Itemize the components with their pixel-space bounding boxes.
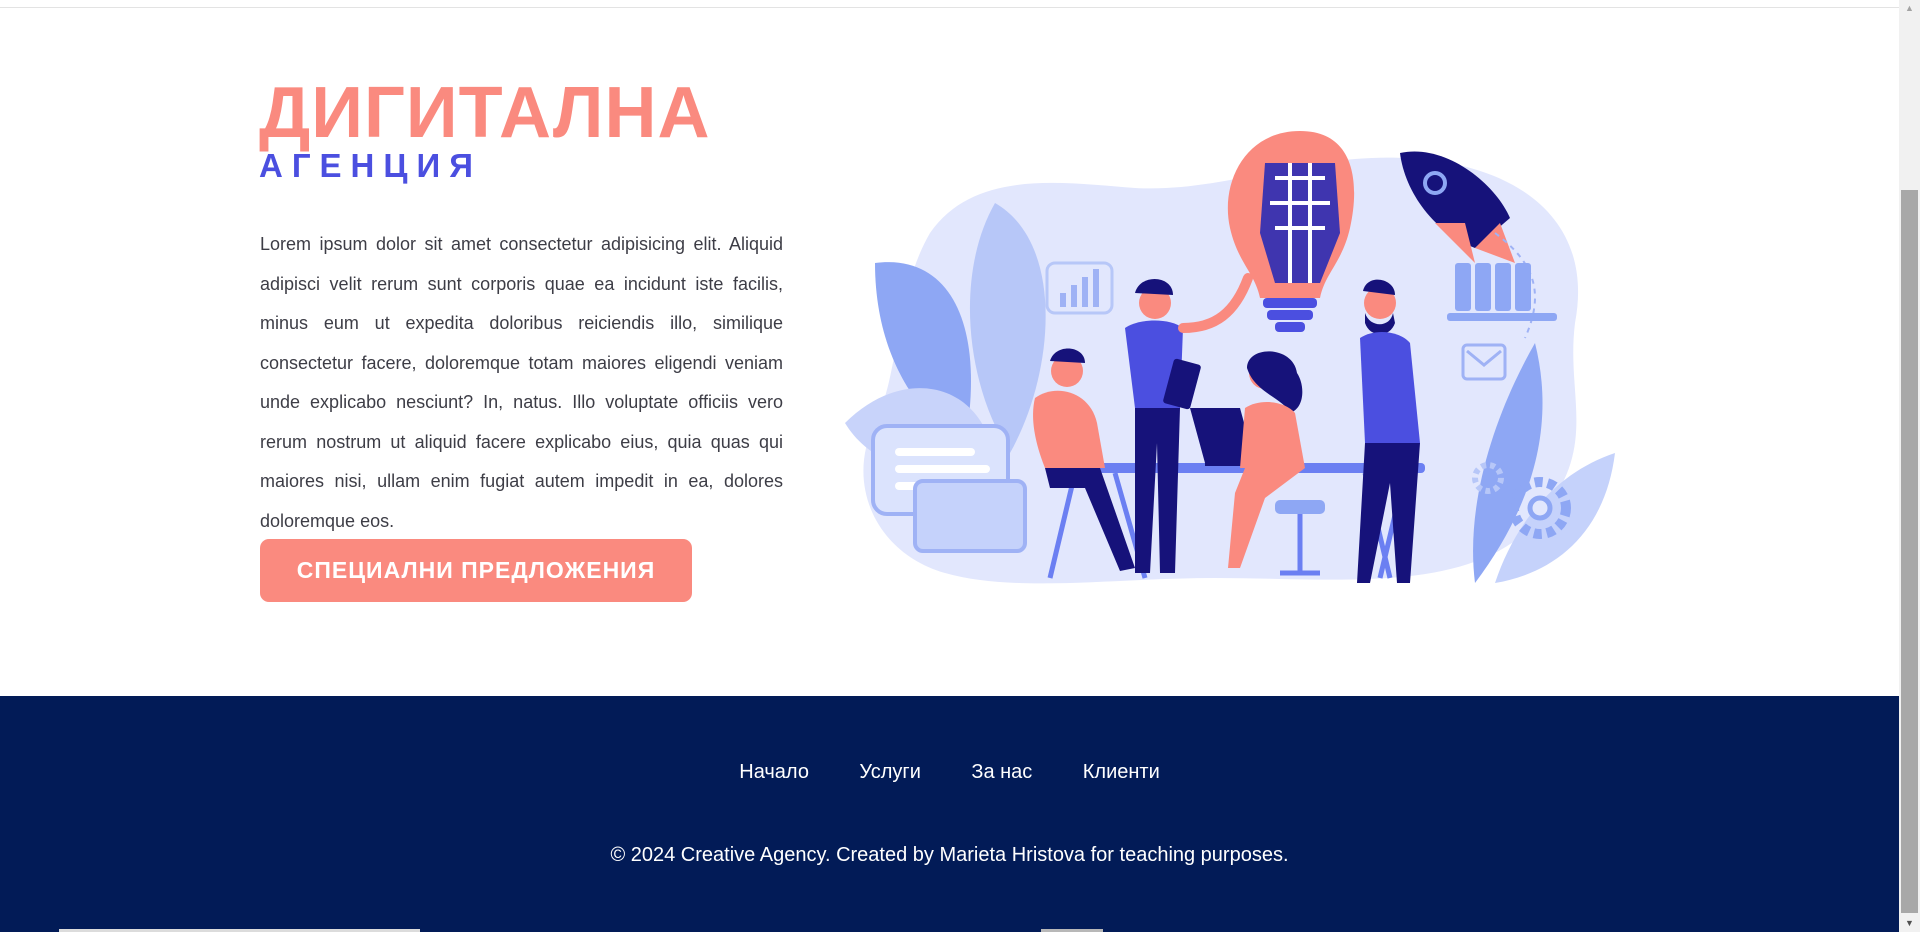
copyright-text: © 2024 Creative Agency. Created by Marie… — [610, 844, 1289, 866]
arrow-down-icon[interactable]: ▼ — [1899, 915, 1920, 932]
vertical-scrollbar[interactable]: ▲ ▼ — [1899, 0, 1920, 932]
footer-link-services[interactable]: Услуги — [859, 759, 921, 785]
hero-description: Lorem ipsum dolor sit amet consectetur a… — [260, 234, 783, 531]
team-illustration — [845, 131, 1615, 584]
footer: Начало Услуги За нас Клиенти © 2024 Crea… — [0, 696, 1899, 932]
hero-subtitle: АГЕНЦИЯ — [259, 147, 482, 184]
footer-link-home[interactable]: Начало — [739, 759, 809, 785]
footer-nav: Начало Услуги За нас Клиенти — [0, 759, 1899, 785]
scrollbar-thumb[interactable] — [1901, 190, 1918, 913]
hero-title: ДИГИТАЛНА — [259, 73, 711, 153]
hero-section: ДИГИТАЛНА АГЕНЦИЯ Lorem ipsum dolor sit … — [0, 8, 1899, 696]
footer-link-clients[interactable]: Клиенти — [1083, 759, 1160, 785]
arrow-up-icon[interactable]: ▲ — [1899, 0, 1920, 17]
top-border — [0, 0, 1899, 8]
footer-link-about[interactable]: За нас — [971, 759, 1032, 785]
special-offers-button[interactable]: СПЕЦИАЛНИ ПРЕДЛОЖЕНИЯ — [260, 539, 692, 602]
